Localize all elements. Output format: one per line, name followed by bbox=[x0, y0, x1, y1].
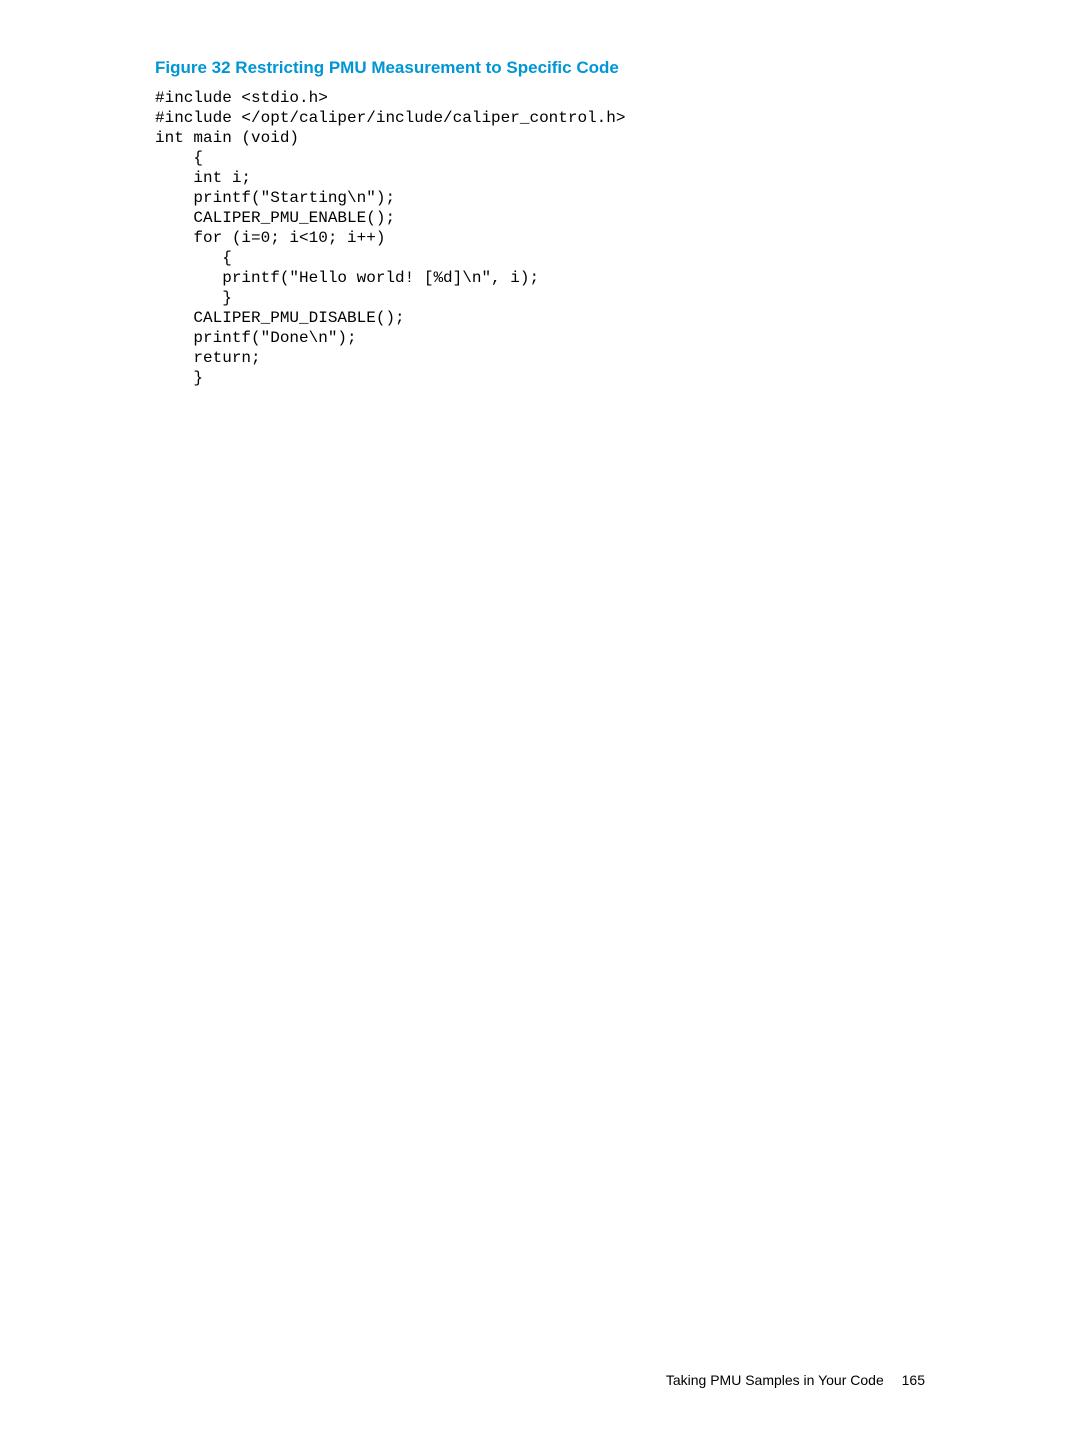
footer-section-title: Taking PMU Samples in Your Code bbox=[666, 1372, 884, 1388]
figure-caption: Figure 32 Restricting PMU Measurement to… bbox=[155, 58, 925, 78]
page-content: Figure 32 Restricting PMU Measurement to… bbox=[0, 0, 1080, 388]
page-number: 165 bbox=[902, 1372, 925, 1388]
code-block: #include <stdio.h> #include </opt/calipe… bbox=[155, 88, 925, 388]
page-footer: Taking PMU Samples in Your Code 165 bbox=[666, 1372, 925, 1388]
